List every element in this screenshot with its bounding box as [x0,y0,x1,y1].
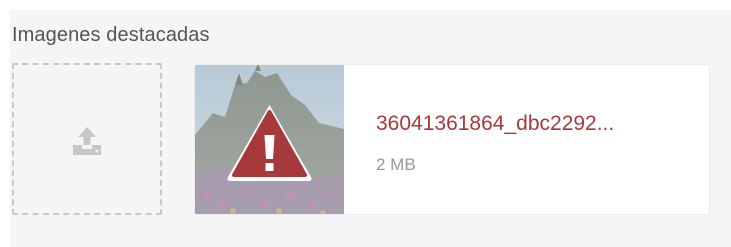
section-label: Imagenes destacadas [12,24,210,46]
upload-dropzone[interactable] [12,63,162,215]
upload-icon [73,127,101,155]
file-thumbnail [195,65,344,214]
file-name-link[interactable]: 36041361864_dbc2292... [376,111,614,137]
file-size: 2 MB [376,155,416,174]
uploaded-file-card: 36041361864_dbc2292... 2 MB [194,64,710,215]
